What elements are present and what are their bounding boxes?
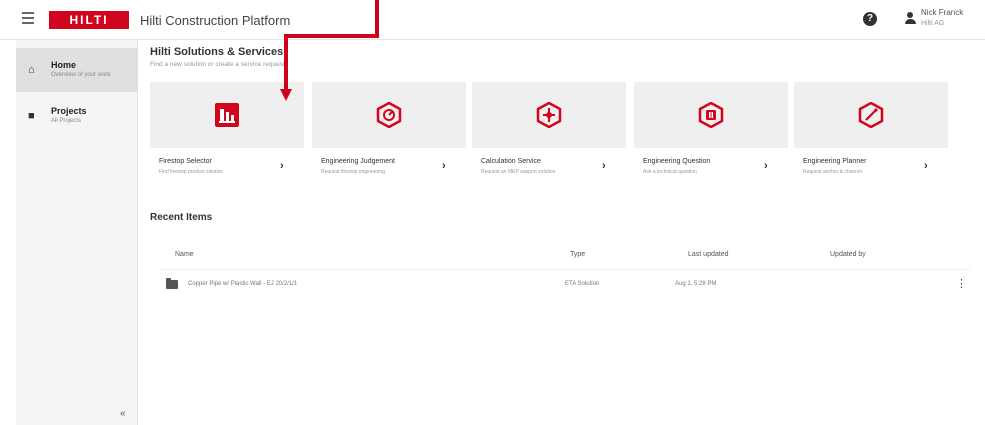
card-subtitle: Request firestop engineering xyxy=(321,169,385,175)
firestop-icon xyxy=(215,103,239,127)
card-calculation-service[interactable]: Calculation Service Request an MEP suppo… xyxy=(472,82,626,186)
card-hero xyxy=(634,82,788,148)
sidebar-item-label: Projects xyxy=(51,106,87,116)
help-icon[interactable]: ? xyxy=(863,12,877,26)
calculation-service-icon xyxy=(536,102,562,128)
column-header-type[interactable]: Type xyxy=(570,251,585,258)
user-company: Hilti AG xyxy=(921,20,945,27)
app-title: Hilti Construction Platform xyxy=(140,13,291,28)
user-icon[interactable] xyxy=(903,12,917,26)
hilti-logo[interactable]: HILTI xyxy=(49,11,129,29)
card-hero xyxy=(312,82,466,148)
recent-items-title: Recent Items xyxy=(150,212,213,223)
card-hero xyxy=(472,82,626,148)
more-options-icon[interactable]: ⋮ xyxy=(956,277,967,290)
sidebar-item-projects[interactable]: ■ Projects All Projects xyxy=(16,94,138,138)
sidebar-item-home[interactable]: ⌂ Home Overview of your work xyxy=(16,48,138,92)
column-header-last-updated[interactable]: Last updated xyxy=(688,251,728,258)
card-engineering-judgement[interactable]: Engineering Judgement Request firestop e… xyxy=(312,82,466,186)
card-title: Engineering Planner xyxy=(803,158,867,165)
card-title: Calculation Service xyxy=(481,158,541,165)
sidebar-item-sublabel: Overview of your work xyxy=(51,72,111,78)
row-type: ETA Solution xyxy=(565,281,600,287)
card-subtitle: Request an MEP support solution xyxy=(481,169,556,175)
collapse-sidebar-icon[interactable]: « xyxy=(120,408,126,419)
table-divider xyxy=(160,269,970,270)
folder-icon xyxy=(166,278,178,289)
chevron-right-icon: › xyxy=(764,160,768,172)
row-name[interactable]: Copper Pipe w/ Plastic Wall - EJ 20/2/1/… xyxy=(188,281,297,287)
column-header-name[interactable]: Name xyxy=(175,251,194,258)
sidebar-item-label: Home xyxy=(51,60,77,70)
user-name[interactable]: Nick Franck xyxy=(921,8,963,17)
chevron-right-icon: › xyxy=(280,160,284,172)
card-hero xyxy=(794,82,948,148)
engineering-judgement-icon xyxy=(376,102,402,128)
annotation-arrow-segment xyxy=(284,34,288,90)
card-engineering-planner[interactable]: Engineering Planner Request anchor & cha… xyxy=(794,82,948,186)
page-subtitle: Find a new solution or create a service … xyxy=(150,61,285,68)
chevron-right-icon: › xyxy=(442,160,446,172)
page-title: Hilti Solutions & Services xyxy=(150,46,284,58)
card-engineering-question[interactable]: Engineering Question Ask a technical que… xyxy=(634,82,788,186)
column-header-updated-by[interactable]: Updated by xyxy=(830,251,866,258)
card-subtitle: Find firestop product solution xyxy=(159,169,224,175)
home-icon: ⌂ xyxy=(28,64,35,76)
annotation-arrowhead xyxy=(280,89,292,101)
annotation-arrow-segment xyxy=(284,34,379,38)
folder-icon: ■ xyxy=(28,110,35,122)
card-subtitle: Request anchor & channel xyxy=(803,169,862,175)
card-title: Firestop Selector xyxy=(159,158,212,165)
sidebar-item-sublabel: All Projects xyxy=(51,118,82,124)
menu-icon[interactable] xyxy=(22,12,34,24)
annotation-arrow-segment xyxy=(375,0,379,38)
engineering-question-icon xyxy=(698,102,724,128)
table-row[interactable]: Copper Pipe w/ Plastic Wall - EJ 20/2/1/… xyxy=(150,272,970,296)
sidebar: ⌂ Home Overview of your work ■ Projects … xyxy=(16,40,138,425)
card-title: Engineering Question xyxy=(643,158,711,165)
top-bar: HILTI Hilti Construction Platform ? Nick… xyxy=(0,0,985,40)
card-subtitle: Ask a technical question xyxy=(643,169,697,175)
chevron-right-icon: › xyxy=(924,160,928,172)
card-title: Engineering Judgement xyxy=(321,158,395,165)
engineering-planner-icon xyxy=(858,102,884,128)
chevron-right-icon: › xyxy=(602,160,606,172)
row-last-updated: Aug 1, 5:28 PM xyxy=(675,281,717,287)
